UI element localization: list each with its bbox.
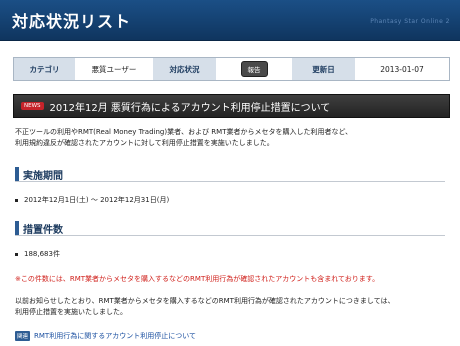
bullet-icon <box>15 252 18 256</box>
followup-text: 以前お知らせしたとおり、RMT業者からメセタを購入するなどのRMT利用行為が確認… <box>15 296 395 318</box>
section-count-heading: 措置件数 <box>23 225 63 236</box>
page-title: 対応状況リスト <box>12 12 132 31</box>
status-cell: 報告 <box>216 58 292 80</box>
news-title: 2012年12月 悪質行為によるアカウント利用停止措置について <box>49 102 331 114</box>
news-badge: NEWS <box>21 102 44 110</box>
date-label: 更新日 <box>292 58 355 80</box>
info-table: カテゴリ 悪質ユーザー 対応状況 報告 更新日 2013-01-07 <box>13 57 450 81</box>
date-value: 2013-01-07 <box>380 64 424 74</box>
category-value: 悪質ユーザー <box>91 64 137 74</box>
status-label: 対応状況 <box>153 58 216 80</box>
section-marker <box>15 221 19 235</box>
bullet-icon <box>15 198 18 202</box>
intro-text: 不正ツールの利用やRMT(Real Money Trading)業者、および R… <box>15 127 445 149</box>
page-header: 対応状況リスト Phantasy Star Online 2 <box>0 0 460 41</box>
intro-line-2: 利用規約違反が確認されたアカウントに対して利用停止措置を実施いたしました。 <box>15 139 274 147</box>
brand-watermark: Phantasy Star Online 2 <box>370 18 450 25</box>
section-marker <box>15 167 19 181</box>
category-label: カテゴリ <box>14 58 75 80</box>
status-badge: 報告 <box>240 61 268 77</box>
followup-line-2: 利用停止措置を実施いたしました。 <box>15 308 127 316</box>
related-link-row: 関連 RMT利用行為に関するアカウント利用停止について <box>15 331 196 341</box>
period-value: 2012年12月1日(土) 〜 2012年12月31日(月) <box>24 196 170 204</box>
related-tag: 関連 <box>15 331 31 341</box>
section-period-heading: 実施期間 <box>23 171 63 182</box>
count-value: 188,683件 <box>24 250 60 258</box>
news-title-bar: NEWS 2012年12月 悪質行為によるアカウント利用停止措置について <box>13 94 450 118</box>
period-item: 2012年12月1日(土) 〜 2012年12月31日(月) <box>15 195 169 205</box>
section-count: 措置件数 <box>15 221 445 236</box>
count-item: 188,683件 <box>15 249 60 259</box>
intro-line-1: 不正ツールの利用やRMT(Real Money Trading)業者、および R… <box>15 128 353 136</box>
followup-line-1: 以前お知らせしたとおり、RMT業者からメセタを購入するなどのRMT利用行為が確認… <box>15 297 395 305</box>
related-link[interactable]: RMT利用行為に関するアカウント利用停止について <box>34 331 196 341</box>
note-text: ※この件数には、RMT業者からメセタを購入するなどのRMT利用行為が確認されたア… <box>15 275 380 283</box>
section-period: 実施期間 <box>15 167 445 182</box>
